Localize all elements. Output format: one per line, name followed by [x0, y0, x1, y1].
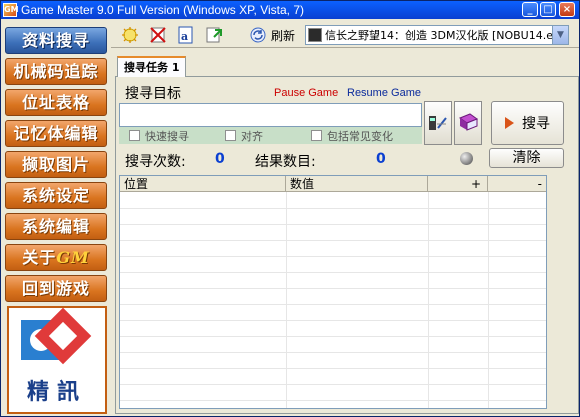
open-file-icon[interactable]: a	[175, 25, 197, 45]
save-file-icon[interactable]	[203, 25, 225, 45]
align-label: 对齐	[241, 129, 263, 143]
game-select-dropdown-arrow[interactable]: ▼	[552, 25, 569, 45]
align-checkbox[interactable]	[225, 130, 236, 141]
search-button-label: 搜寻	[522, 116, 550, 132]
row-divider	[120, 400, 546, 401]
common-changes-option[interactable]: 包括常见变化	[311, 128, 393, 144]
search-target-label: 搜寻目标	[125, 86, 181, 102]
refresh-icon	[250, 27, 266, 43]
sidebar-item-system-settings[interactable]: 系统设定	[5, 182, 107, 209]
result-count-label: 结果数目:	[255, 154, 316, 170]
sidebar-item-code-trace[interactable]: 机械码追踪	[5, 58, 107, 85]
column-header-value[interactable]: 数值	[286, 176, 428, 192]
advanced-search-button[interactable]	[454, 101, 482, 145]
play-icon	[505, 117, 514, 129]
column-header-address[interactable]: 位置	[120, 176, 286, 192]
about-label: 关于	[22, 248, 57, 267]
brand-logo: 精訊	[7, 306, 107, 414]
fast-search-checkbox[interactable]	[129, 130, 140, 141]
window-title: Game Master 9.0 Full Version (Windows XP…	[21, 3, 305, 17]
row-divider	[120, 368, 546, 369]
common-changes-checkbox[interactable]	[311, 130, 322, 141]
row-divider	[120, 272, 546, 273]
sidebar-item-memory-editor[interactable]: 记忆体编辑	[5, 120, 107, 147]
sidebar-item-about[interactable]: 关于GM	[5, 244, 107, 271]
row-divider	[120, 336, 546, 337]
app-icon[interactable]: GM	[3, 3, 19, 17]
hex-calculator-icon	[429, 116, 447, 130]
row-divider	[120, 208, 546, 209]
results-table-header: 位置 数值 + -	[120, 176, 546, 192]
status-led-icon	[460, 152, 473, 165]
game-process-select[interactable]: 信长之野望14：创造 3DM汉化版 [NOBU14.exe	[305, 25, 561, 45]
toolbar: a 刷新 信长之野望14：创造 3DM汉化版 [NOBU14.exe	[111, 22, 579, 48]
common-changes-label: 包括常见变化	[327, 129, 393, 143]
row-divider	[120, 240, 546, 241]
pause-game-link[interactable]: Pause Game	[274, 87, 338, 99]
align-option[interactable]: 对齐	[225, 128, 263, 144]
book-icon	[458, 113, 479, 131]
close-button[interactable]: ×	[559, 2, 575, 17]
sidebar-item-data-search[interactable]: 资料搜寻	[5, 27, 107, 54]
delete-search-icon[interactable]	[147, 25, 169, 45]
row-divider	[120, 304, 546, 305]
refresh-button[interactable]: 刷新	[245, 25, 299, 45]
column-header-minus[interactable]: -	[488, 176, 546, 192]
row-divider	[120, 224, 546, 225]
game-icon	[308, 28, 322, 42]
sidebar-item-screenshot[interactable]: 撷取图片	[5, 151, 107, 178]
svg-text:a: a	[181, 30, 188, 43]
brand-text: 精訊	[26, 380, 87, 405]
search-value-input[interactable]	[119, 103, 422, 127]
clear-button[interactable]: 清除	[489, 148, 564, 168]
row-divider	[120, 288, 546, 289]
new-search-icon[interactable]	[119, 25, 141, 45]
row-divider	[120, 352, 546, 353]
sidebar: 资料搜寻 机械码追踪 位址表格 记忆体编辑 撷取图片 系统设定 系统编辑 关于G…	[3, 23, 107, 415]
row-divider	[120, 256, 546, 257]
search-count-label: 搜寻次数:	[125, 154, 186, 170]
title-bar[interactable]: GM Game Master 9.0 Full Version (Windows…	[1, 1, 579, 19]
fast-search-option[interactable]: 快速搜寻	[129, 128, 189, 144]
results-table-body[interactable]	[120, 192, 546, 408]
resume-game-link[interactable]: Resume Game	[347, 87, 421, 99]
sidebar-item-address-table[interactable]: 位址表格	[5, 89, 107, 116]
value-type-button[interactable]	[424, 101, 452, 145]
row-divider	[120, 384, 546, 385]
row-divider	[120, 320, 546, 321]
gm-logo: GM	[56, 248, 90, 267]
sidebar-item-system-editor[interactable]: 系统编辑	[5, 213, 107, 240]
refresh-label: 刷新	[271, 28, 296, 43]
result-count-value: 0	[376, 151, 386, 167]
sidebar-item-back-to-game[interactable]: 回到游戏	[5, 275, 107, 302]
column-header-plus[interactable]: +	[428, 176, 488, 192]
tab-search-task-1[interactable]: 搜寻任务 1	[117, 56, 187, 77]
results-table[interactable]: 位置 数值 + -	[119, 175, 547, 409]
search-button[interactable]: 搜寻	[491, 101, 564, 145]
maximize-button[interactable]: □	[540, 2, 556, 17]
brand-logo-icon	[21, 307, 92, 365]
fast-search-label: 快速搜寻	[145, 129, 189, 143]
search-options: 快速搜寻 对齐 包括常见变化	[119, 127, 422, 144]
search-count-value: 0	[215, 151, 225, 167]
minimize-button[interactable]: _	[522, 2, 538, 17]
game-master-window: GM Game Master 9.0 Full Version (Windows…	[0, 0, 580, 417]
game-process-label: 信长之野望14：创造 3DM汉化版 [NOBU14.exe	[325, 29, 561, 42]
